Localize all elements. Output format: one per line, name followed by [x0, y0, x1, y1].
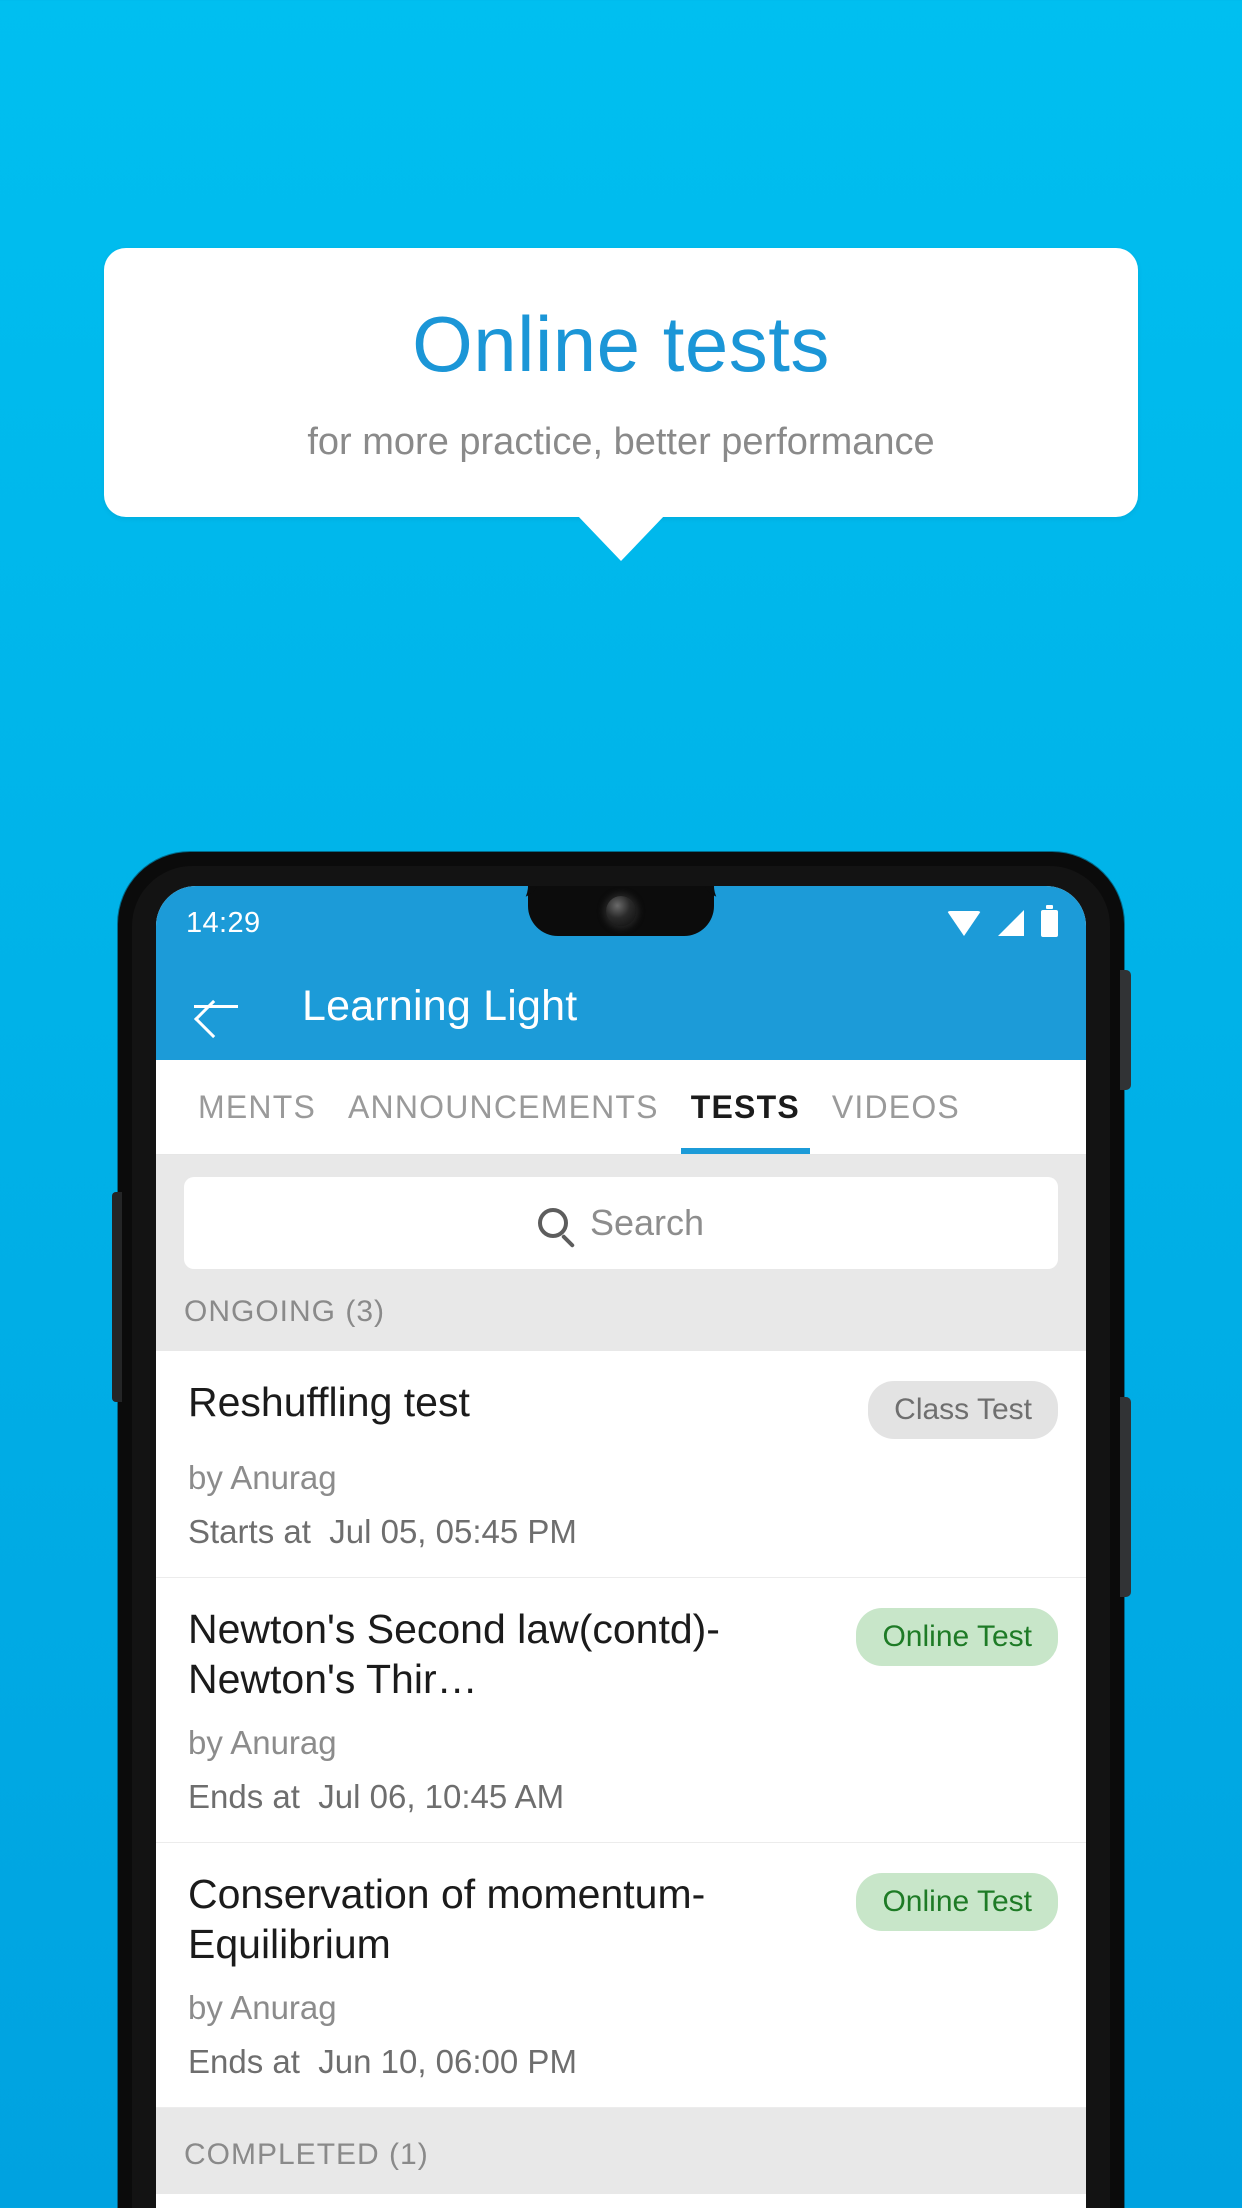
test-item-title: Newton's Second law(contd)-Newton's Thir…: [188, 1606, 720, 1703]
signal-icon: [998, 910, 1024, 936]
test-item-author: by Anurag: [188, 1724, 337, 1762]
status-bar-time: 14:29: [186, 906, 261, 939]
phone-mockup: 14:29 Learning Light MENTS ANNOUNCEMENTS…: [112, 852, 1131, 2208]
callout-tail-icon: [577, 515, 665, 562]
test-item-author: by Anurag: [188, 1989, 337, 2027]
test-item-title: Conservation of momentum-Equilibrium: [188, 1871, 706, 1968]
test-item-time: Ends at Jul 06, 10:45 AM: [188, 1778, 1058, 1816]
status-badge: Online Test: [856, 1608, 1058, 1666]
tab-ments[interactable]: MENTS: [182, 1060, 332, 1154]
test-item-author: by Anurag: [188, 1459, 337, 1496]
search-placeholder: Search: [589, 1202, 705, 1243]
test-item-time-label: Starts at: [188, 1513, 311, 1550]
status-bar: 14:29: [156, 886, 1086, 952]
wifi-icon: [947, 910, 981, 936]
front-camera-icon: [606, 896, 636, 926]
phone-left-volume-button[interactable]: [112, 1192, 122, 1402]
search-input[interactable]: Search: [184, 1177, 1058, 1269]
test-item-header: Conservation of momentum-Equilibrium Onl…: [188, 1869, 1058, 1969]
test-item-title: Reshuffling test: [188, 1379, 470, 1425]
search-icon: [537, 1208, 568, 1238]
tab-tests[interactable]: TESTS: [675, 1060, 816, 1154]
promo-subtitle: for more practice, better performance: [307, 420, 935, 463]
test-item-time-value: Jul 06, 10:45 AM: [318, 1778, 565, 1816]
test-item-time-value: Jul 05, 05:45 PM: [329, 1513, 577, 1550]
section-header-completed: COMPLETED (1): [156, 2108, 1086, 2195]
test-item-time-label: Ends at: [188, 1778, 300, 1816]
test-list-item[interactable]: Conservation of momentum-Equilibrium Onl…: [156, 1843, 1086, 2109]
tab-bar: MENTS ANNOUNCEMENTS TESTS VIDEOS: [156, 1060, 1086, 1155]
test-item-time-label: Ends at: [188, 2043, 300, 2081]
promo-card: Online tests for more practice, better p…: [104, 248, 1138, 562]
search-area: Search: [156, 1155, 1086, 1295]
promo-title: Online tests: [412, 300, 830, 388]
tab-videos[interactable]: VIDEOS: [816, 1060, 976, 1154]
back-arrow-icon[interactable]: [190, 980, 242, 1032]
status-badge: Class Test: [868, 1381, 1058, 1439]
battery-icon: [1041, 904, 1058, 937]
test-item-header: Reshuffling test Class Test: [188, 1377, 1058, 1439]
test-list-item[interactable]: Newton's Second law(contd)-Newton's Thir…: [156, 1578, 1086, 1844]
app-bar: Learning Light: [156, 952, 1086, 1060]
phone-screen: 14:29 Learning Light MENTS ANNOUNCEMENTS…: [156, 886, 1086, 2208]
app-bar-title: Learning Light: [302, 981, 578, 1030]
section-header-ongoing: ONGOING (3): [156, 1295, 1086, 1351]
status-bar-icons: [947, 904, 1058, 937]
test-item-time-value: Jun 10, 06:00 PM: [318, 2043, 577, 2081]
test-item-time: Ends at Jun 10, 06:00 PM: [188, 2043, 1058, 2081]
phone-right-power-button[interactable]: [1120, 970, 1131, 1090]
display-notch: [528, 886, 714, 936]
phone-right-volume-button[interactable]: [1120, 1397, 1131, 1597]
test-item-time: Starts at Jul 05, 05:45 PM: [188, 1513, 1058, 1551]
tab-announcements[interactable]: ANNOUNCEMENTS: [332, 1060, 675, 1154]
status-badge: Online Test: [856, 1873, 1058, 1932]
test-list-item[interactable]: Reshuffling test Class Test by Anurag St…: [156, 1351, 1086, 1578]
promo-callout: Online tests for more practice, better p…: [104, 248, 1138, 562]
test-item-header: Newton's Second law(contd)-Newton's Thir…: [188, 1604, 1058, 1704]
